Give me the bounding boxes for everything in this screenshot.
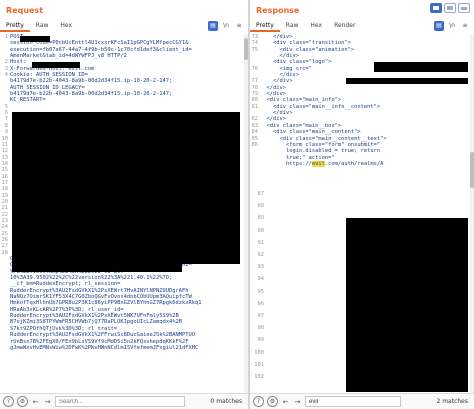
line-number: 87 — [257, 191, 265, 197]
tab-render[interactable]: Render — [328, 20, 361, 32]
layout-switcher — [430, 3, 470, 13]
request-tabbar: Pretty Raw Hex ▤ \n ≡ — [0, 20, 248, 32]
response-search-input[interactable] — [305, 396, 401, 407]
list-icon[interactable]: ▤ — [208, 21, 218, 31]
redacted-block — [374, 62, 468, 72]
line-number — [250, 161, 260, 167]
help-icon[interactable]: ? — [3, 396, 14, 407]
line-number: 100 — [254, 349, 264, 356]
settings-icon[interactable]: ⚙ — [267, 396, 278, 407]
redacted-block — [346, 218, 468, 392]
line-number: 96 — [257, 300, 265, 307]
response-editor-tools: ▤ \n ≡ — [434, 21, 470, 31]
newline-icon[interactable]: \n — [447, 21, 457, 31]
response-search-bar: ? ⚙ ← → 2 matches — [250, 393, 474, 409]
response-tabbar: Pretty Raw Hex Render ▤ \n ≡ — [250, 20, 474, 32]
request-search-bar: ? ⚙ ← → 0 matches — [0, 393, 248, 409]
stacked-layout-icon[interactable] — [444, 3, 456, 13]
tab-raw[interactable]: Raw — [280, 20, 305, 32]
next-arrow-icon[interactable]: → — [293, 398, 302, 406]
code-line: https://evil.com/auth/realms/A — [250, 160, 474, 167]
request-editor-tools: ▤ \n ≡ — [208, 21, 244, 31]
prev-arrow-icon[interactable]: ← — [31, 398, 40, 406]
line-number: 88 — [257, 203, 265, 210]
next-arrow-icon[interactable]: → — [43, 398, 52, 406]
list-icon[interactable]: ▤ — [434, 21, 444, 31]
request-match-count: 0 matches — [210, 398, 242, 405]
tab-raw[interactable]: Raw — [30, 20, 55, 32]
menu-icon[interactable]: ≡ — [234, 21, 244, 31]
code-text: gJmwWxvHvEMNsWiw%2DFwK%2PKvHWnNCdlm1SVfe… — [10, 344, 199, 351]
response-scroll-thumb[interactable] — [470, 152, 474, 188]
redacted-block — [12, 264, 182, 272]
code-text: AmenMarket&tab_id=4dWYWFPJ_v8 HTTP/2 — [10, 53, 127, 60]
redacted-block — [12, 112, 240, 264]
redacted-block — [32, 62, 80, 68]
code-text: KC_RESTART= — [10, 97, 46, 104]
prev-arrow-icon[interactable]: ← — [281, 398, 290, 406]
line-number: 89 — [257, 215, 265, 222]
request-title: Request — [6, 6, 44, 15]
line-number — [0, 345, 10, 351]
help-icon[interactable]: ? — [253, 396, 264, 407]
request-search-input[interactable] — [55, 396, 185, 407]
line-number: 101 — [254, 361, 264, 368]
line-number: 90 — [257, 227, 265, 234]
menu-icon[interactable]: ≡ — [460, 21, 470, 31]
response-title: Response — [256, 6, 300, 15]
response-pane: Response Pretty Raw Hex Render ▤ \n ≡ 73… — [250, 0, 474, 409]
line-number: 102 — [254, 374, 264, 381]
tab-pretty[interactable]: Pretty — [250, 20, 280, 32]
line-number: 95 — [257, 288, 265, 295]
redacted-block — [346, 78, 468, 84]
response-lower-gutter: 87 88 89 90 91 92 93 94 95 96 97 98 99 100 101 102 — [250, 188, 264, 383]
line-number: 92 — [257, 252, 265, 259]
code-text: https://evil.com/auth/realms/A — [260, 160, 384, 167]
tab-pretty[interactable]: Pretty — [0, 20, 30, 32]
single-pane-layout-icon[interactable] — [458, 3, 470, 13]
request-pane: Request Pretty Raw Hex ▤ \n ≡ 1 POST sessi… — [0, 0, 248, 409]
line-number: 91 — [257, 239, 265, 246]
tab-hex[interactable]: Hex — [304, 20, 328, 32]
response-scrollbar[interactable] — [470, 34, 474, 393]
tab-hex[interactable]: Hex — [54, 20, 78, 32]
line-number: 98 — [257, 325, 265, 332]
line-number: 97 — [257, 313, 265, 320]
settings-icon[interactable]: ⚙ — [17, 396, 28, 407]
search-highlight: evil — [311, 160, 325, 167]
line-number: 99 — [257, 337, 265, 344]
newline-icon[interactable]: \n — [221, 21, 231, 31]
code-line: gJmwWxvHvEMNsWiw%2DFwK%2PKvHWnNCdlm1SVfe… — [0, 345, 248, 351]
response-match-count: 2 matches — [436, 398, 468, 405]
line-number: 93 — [257, 264, 265, 271]
line-number: 94 — [257, 276, 265, 283]
side-by-side-layout-icon[interactable] — [430, 3, 442, 13]
redacted-block — [20, 36, 50, 42]
